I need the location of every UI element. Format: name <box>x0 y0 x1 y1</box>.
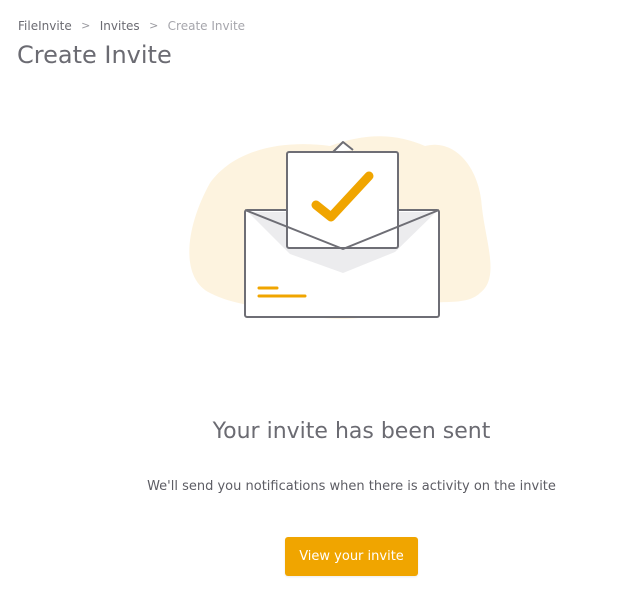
breadcrumb: FileInvite > Invites > Create Invite <box>18 19 245 33</box>
confirmation-message: We'll send you notifications when there … <box>147 479 556 494</box>
breadcrumb-item-fileinvite[interactable]: FileInvite <box>18 19 72 33</box>
envelope-checkmark-icon <box>180 128 500 328</box>
breadcrumb-item-invites[interactable]: Invites <box>100 19 140 33</box>
breadcrumb-separator: > <box>149 19 159 32</box>
page-title: Create Invite <box>17 41 172 69</box>
view-invite-button[interactable]: View your invite <box>285 537 418 576</box>
confirmation-headline: Your invite has been sent <box>212 419 491 444</box>
breadcrumb-item-create-invite: Create Invite <box>167 19 246 33</box>
breadcrumb-separator: > <box>81 19 91 32</box>
